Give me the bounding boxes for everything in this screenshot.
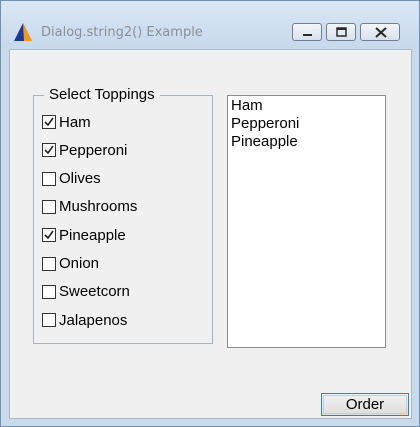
topping-checkbox-row[interactable]: Mushrooms (42, 197, 137, 217)
maximize-button[interactable] (326, 23, 356, 41)
checkbox-checked[interactable] (42, 143, 56, 158)
checkmark-icon (44, 145, 54, 155)
minimize-icon (303, 34, 312, 36)
checkbox-unchecked[interactable] (42, 313, 56, 328)
close-button[interactable] (360, 23, 400, 41)
selected-toppings-list[interactable]: Ham Pepperoni Pineapple (227, 95, 386, 348)
topping-checkbox-row[interactable]: Pepperoni (42, 140, 127, 160)
checkbox-unchecked[interactable] (42, 284, 56, 299)
topping-checkbox-label: Mushrooms (59, 198, 138, 216)
checkbox-unchecked[interactable] (42, 199, 56, 214)
topping-checkbox-row[interactable]: Pineapple (42, 225, 126, 245)
order-button[interactable]: Order (321, 393, 409, 416)
toppings-group: Select Toppings Ham Pepperoni Olives Mushro… (33, 86, 213, 344)
dialog-window: Dialog.string2() Example Select Toppings… (0, 0, 420, 427)
topping-checkbox-label: Olives (59, 170, 101, 188)
dialog-client-area: Select Toppings Ham Pepperoni Olives Mushro… (9, 49, 412, 419)
topping-checkbox-label: Jalapenos (59, 311, 128, 329)
topping-checkbox-label: Sweetcorn (59, 283, 130, 301)
checkmark-icon (44, 230, 54, 240)
topping-checkbox-row[interactable]: Jalapenos (42, 310, 127, 330)
checkbox-checked[interactable] (42, 228, 56, 243)
checkmark-icon (44, 117, 54, 127)
title-bar[interactable]: Dialog.string2() Example (1, 1, 419, 47)
topping-checkbox-row[interactable]: Onion (42, 254, 99, 274)
checkbox-checked[interactable] (42, 115, 56, 129)
list-item[interactable]: Pepperoni (231, 115, 382, 133)
app-icon (14, 23, 32, 41)
topping-checkbox-row[interactable]: Sweetcorn (42, 282, 130, 302)
topping-checkbox-label: Pineapple (59, 226, 126, 244)
topping-checkbox-label: Ham (59, 113, 91, 131)
checkbox-unchecked[interactable] (42, 256, 56, 271)
topping-checkbox-label: Pepperoni (59, 141, 128, 159)
topping-checkbox-label: Onion (59, 255, 100, 272)
toppings-group-legend: Select Toppings (44, 86, 160, 104)
minimize-button[interactable] (292, 23, 322, 41)
maximize-icon (336, 27, 347, 37)
list-item[interactable]: Pineapple (231, 133, 382, 151)
topping-checkbox-row[interactable]: Olives (42, 169, 101, 189)
close-icon (375, 27, 387, 38)
list-item[interactable]: Ham (231, 97, 382, 115)
checkbox-unchecked[interactable] (42, 171, 56, 186)
window-title: Dialog.string2() Example (41, 25, 203, 40)
topping-checkbox-row[interactable]: Ham (42, 112, 91, 132)
